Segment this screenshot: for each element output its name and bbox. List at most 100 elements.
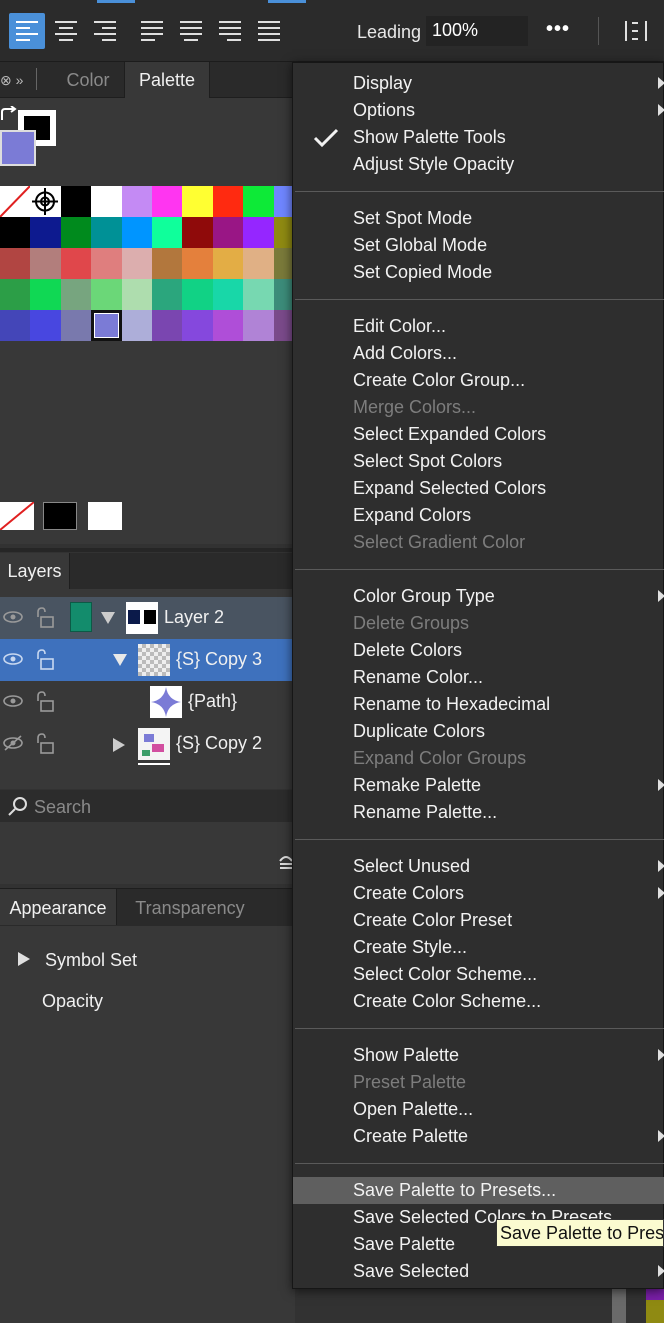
color-swatch[interactable] — [151, 248, 183, 279]
menu-item-set-global-mode[interactable]: Set Global Mode — [293, 232, 664, 259]
menu-item-adjust-style-opacity[interactable]: Adjust Style Opacity — [293, 151, 664, 178]
color-swatch[interactable] — [60, 217, 92, 248]
menu-item-options[interactable]: Options — [293, 97, 664, 124]
layer-row[interactable]: Layer 2 — [0, 597, 295, 639]
align-right-button[interactable] — [87, 13, 123, 49]
menu-item-create-color-preset[interactable]: Create Color Preset — [293, 907, 664, 934]
justify-left-button[interactable] — [134, 13, 170, 49]
panel-options-icon[interactable] — [622, 19, 664, 43]
justify-all-button[interactable] — [251, 13, 287, 49]
menu-item-edit-color[interactable]: Edit Color... — [293, 313, 664, 340]
eye-hidden-icon[interactable] — [2, 735, 24, 751]
menu-item-create-color-scheme[interactable]: Create Color Scheme... — [293, 988, 664, 1015]
menu-item-create-colors[interactable]: Create Colors — [293, 880, 664, 907]
menu-item-set-spot-mode[interactable]: Set Spot Mode — [293, 205, 664, 232]
color-swatch[interactable] — [30, 279, 61, 310]
collapse-triangle-icon[interactable] — [112, 653, 128, 667]
menu-item-set-copied-mode[interactable]: Set Copied Mode — [293, 259, 664, 286]
color-swatch-selected[interactable] — [91, 310, 122, 341]
quick-swatch-black[interactable] — [43, 502, 77, 530]
tab-layers[interactable]: Layers — [0, 553, 70, 589]
color-swatch[interactable] — [243, 186, 274, 217]
color-swatch[interactable] — [243, 248, 274, 279]
tab-palette[interactable]: Palette — [124, 62, 210, 98]
color-swatch[interactable] — [30, 217, 61, 248]
menu-item-select-unused[interactable]: Select Unused — [293, 853, 664, 880]
swap-fill-stroke-icon[interactable] — [0, 106, 18, 124]
leading-input[interactable]: 100% — [426, 16, 528, 46]
layer-row[interactable]: {S} Copy 2 — [0, 723, 295, 765]
scrollbar-thumb[interactable] — [612, 1288, 626, 1323]
color-swatch[interactable] — [0, 279, 31, 310]
eye-icon[interactable] — [2, 609, 24, 625]
color-swatch[interactable] — [182, 310, 213, 341]
color-swatch[interactable] — [151, 186, 183, 217]
appearance-item-opacity[interactable]: Opacity — [42, 991, 103, 1012]
color-swatch[interactable] — [182, 279, 213, 310]
color-swatch[interactable] — [60, 279, 92, 310]
eye-icon[interactable] — [2, 651, 24, 667]
color-swatch[interactable] — [121, 217, 152, 248]
menu-item-create-style[interactable]: Create Style... — [293, 934, 664, 961]
color-swatch[interactable] — [243, 279, 274, 310]
color-swatch[interactable] — [151, 217, 183, 248]
menu-item-open-palette[interactable]: Open Palette... — [293, 1096, 664, 1123]
menu-item-add-colors[interactable]: Add Colors... — [293, 340, 664, 367]
menu-item-save-palette-to-presets[interactable]: Save Palette to Presets... — [293, 1177, 664, 1204]
color-swatch[interactable] — [0, 310, 31, 341]
tab-color[interactable]: Color — [52, 62, 124, 98]
menu-item-remake-palette[interactable]: Remake Palette — [293, 772, 664, 799]
color-swatch[interactable] — [121, 279, 152, 310]
color-swatch[interactable] — [151, 310, 183, 341]
menu-item-select-expanded-colors[interactable]: Select Expanded Colors — [293, 421, 664, 448]
menu-item-display[interactable]: Display — [293, 70, 664, 97]
justify-right-button[interactable] — [212, 13, 248, 49]
menu-item-show-palette-tools[interactable]: Show Palette Tools — [293, 124, 664, 151]
unlock-icon[interactable] — [34, 733, 54, 755]
quick-swatch-none[interactable] — [0, 501, 35, 531]
menu-item-rename-palette[interactable]: Rename Palette... — [293, 799, 664, 826]
unlock-icon[interactable] — [34, 691, 54, 713]
menu-item-show-palette[interactable]: Show Palette — [293, 1042, 664, 1069]
color-swatch[interactable] — [243, 310, 274, 341]
color-swatch[interactable] — [212, 279, 244, 310]
menu-item-rename-to-hexadecimal[interactable]: Rename to Hexadecimal — [293, 691, 664, 718]
menu-item-create-palette[interactable]: Create Palette — [293, 1123, 664, 1150]
color-swatch[interactable] — [151, 279, 183, 310]
color-swatch[interactable] — [182, 217, 213, 248]
fill-color-box[interactable] — [0, 130, 36, 166]
eye-icon[interactable] — [2, 693, 24, 709]
tab-appearance[interactable]: Appearance — [0, 889, 117, 925]
tab-transparency[interactable]: Transparency — [117, 889, 263, 925]
color-swatch[interactable] — [30, 310, 61, 341]
menu-item-rename-color[interactable]: Rename Color... — [293, 664, 664, 691]
swatch-none[interactable] — [0, 185, 31, 218]
menu-item-expand-selected-colors[interactable]: Expand Selected Colors — [293, 475, 664, 502]
registration-swatch[interactable] — [30, 186, 61, 217]
color-swatch[interactable] — [91, 248, 122, 279]
color-swatch[interactable] — [243, 217, 274, 248]
menu-item-save-selected[interactable]: Save Selected — [293, 1258, 664, 1285]
color-swatch[interactable] — [182, 248, 213, 279]
color-swatch[interactable] — [212, 186, 244, 217]
appearance-item-symbol-set[interactable]: Symbol Set — [45, 950, 137, 971]
more-options-button[interactable]: ••• — [546, 18, 570, 41]
quick-swatch-white[interactable] — [88, 502, 122, 530]
panel-collapse-icon[interactable]: ⊗ » — [0, 72, 23, 89]
menu-item-select-spot-colors[interactable]: Select Spot Colors — [293, 448, 664, 475]
color-swatch[interactable] — [212, 310, 244, 341]
color-swatch[interactable] — [60, 310, 92, 341]
color-swatch[interactable] — [121, 248, 152, 279]
justify-center-button[interactable] — [173, 13, 209, 49]
layers-search-input[interactable]: Search — [0, 790, 295, 822]
unlock-icon[interactable] — [34, 649, 54, 671]
menu-item-duplicate-colors[interactable]: Duplicate Colors — [293, 718, 664, 745]
unlock-icon[interactable] — [34, 607, 54, 629]
expand-triangle-icon[interactable] — [17, 951, 31, 967]
layer-row[interactable]: {Path} — [0, 681, 295, 723]
color-swatch[interactable] — [212, 217, 244, 248]
color-swatch[interactable] — [0, 248, 31, 279]
align-left-button[interactable] — [9, 13, 45, 49]
menu-item-delete-colors[interactable]: Delete Colors — [293, 637, 664, 664]
color-swatch[interactable] — [60, 248, 92, 279]
